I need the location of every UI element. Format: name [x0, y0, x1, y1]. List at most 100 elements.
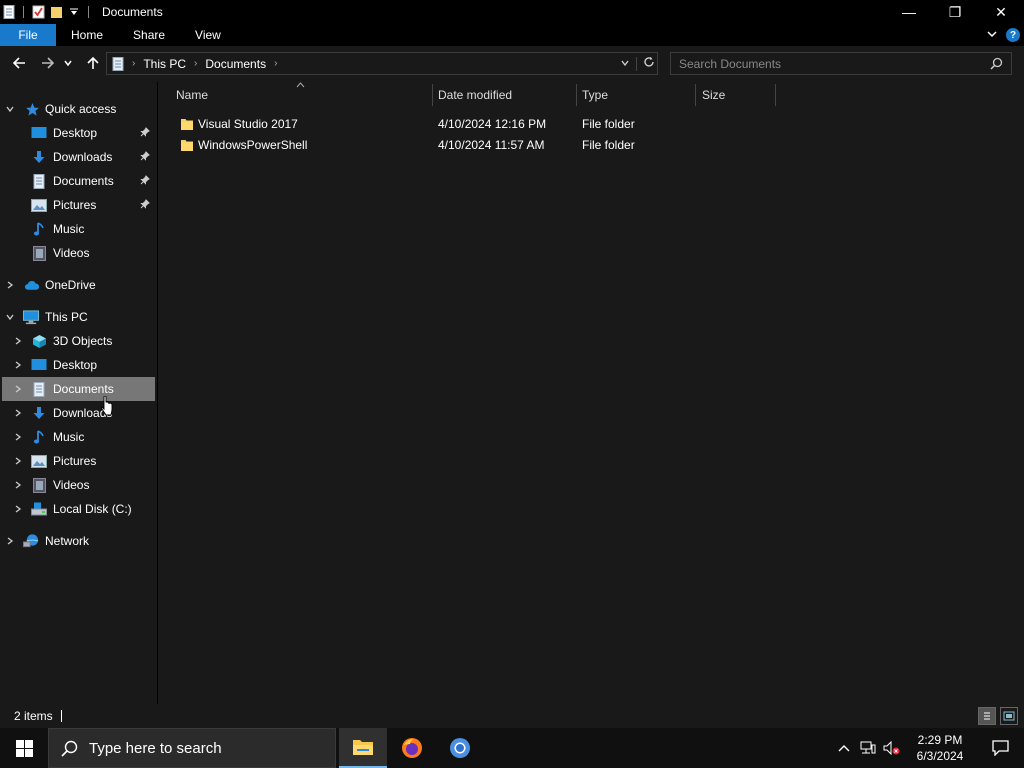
quick-access-toolbar	[0, 5, 92, 19]
nav-pc-videos[interactable]: Videos	[0, 473, 157, 497]
nav-pc-desktop[interactable]: Desktop	[0, 353, 157, 377]
nav-onedrive[interactable]: OneDrive	[0, 273, 157, 297]
refresh-icon[interactable]	[643, 56, 655, 71]
properties-check-icon[interactable]	[31, 5, 45, 19]
customize-toolbar-dropdown-icon[interactable]	[67, 5, 81, 19]
chevron-right-icon[interactable]	[13, 504, 23, 514]
tab-home[interactable]: Home	[56, 24, 118, 46]
details-view-button[interactable]	[978, 707, 996, 725]
network-status-icon[interactable]	[856, 728, 880, 768]
taskbar-file-explorer[interactable]	[339, 728, 387, 768]
file-date: 4/10/2024 11:57 AM	[438, 138, 545, 152]
chevron-right-icon[interactable]	[13, 384, 23, 394]
toolbar-divider	[88, 6, 89, 18]
taskbar-chrome[interactable]	[436, 728, 484, 768]
nav-pc-music[interactable]: Music	[0, 425, 157, 449]
notification-icon	[991, 740, 1009, 756]
column-divider[interactable]	[695, 84, 696, 106]
minimize-button[interactable]: —	[886, 0, 932, 24]
nav-qa-desktop[interactable]: Desktop	[0, 121, 157, 145]
chevron-right-icon[interactable]	[13, 480, 23, 490]
close-button[interactable]: ✕	[978, 0, 1024, 24]
breadcrumb-documents[interactable]: Documents	[205, 57, 266, 71]
window-controls: — ❐ ✕	[886, 0, 1024, 24]
address-bar[interactable]: › This PC › Documents ›	[106, 52, 658, 75]
nav-label: Downloads	[53, 150, 113, 164]
documents-icon	[31, 173, 47, 189]
navigation-bar: › This PC › Documents › Search Documents	[0, 46, 1024, 82]
column-divider[interactable]	[775, 84, 776, 106]
nav-qa-downloads[interactable]: Downloads	[0, 145, 157, 169]
back-button[interactable]	[7, 51, 31, 75]
nav-pc-3d-objects[interactable]: 3D Objects	[0, 329, 157, 353]
column-divider[interactable]	[576, 84, 577, 106]
column-header-size[interactable]: Size	[702, 82, 725, 108]
breadcrumb-chevron-icon[interactable]: ›	[194, 58, 197, 69]
help-icon[interactable]: ?	[1006, 28, 1020, 42]
file-row[interactable]: Visual Studio 2017 4/10/2024 12:16 PM Fi…	[174, 114, 774, 134]
nav-network[interactable]: Network	[0, 529, 157, 553]
pin-icon	[140, 175, 152, 187]
nav-pc-pictures[interactable]: Pictures	[0, 449, 157, 473]
view-switcher	[978, 707, 1018, 725]
volume-muted-icon[interactable]	[880, 728, 904, 768]
pictures-icon	[31, 453, 47, 469]
chevron-right-icon[interactable]	[13, 408, 23, 418]
show-hidden-icons-chevron-up-icon[interactable]	[832, 728, 856, 768]
chevron-down-icon[interactable]	[5, 104, 15, 114]
tab-share[interactable]: Share	[118, 24, 180, 46]
tab-view[interactable]: View	[180, 24, 236, 46]
nav-label: Documents	[53, 174, 114, 188]
nav-pc-downloads[interactable]: Downloads	[0, 401, 157, 425]
column-header-label: Size	[702, 88, 726, 102]
document-properties-icon[interactable]	[2, 5, 16, 19]
chevron-right-icon[interactable]	[13, 360, 23, 370]
title-bar: Documents — ❐ ✕	[0, 0, 1024, 24]
taskbar-firefox[interactable]	[388, 728, 436, 768]
expand-ribbon-chevron-icon[interactable]	[986, 28, 998, 43]
nav-qa-documents[interactable]: Documents	[0, 169, 157, 193]
search-icon[interactable]	[990, 57, 1003, 73]
nav-pc-documents[interactable]: Documents	[2, 377, 155, 401]
action-center-button[interactable]	[976, 728, 1024, 768]
forward-button[interactable]	[36, 51, 60, 75]
new-folder-icon[interactable]	[49, 5, 63, 19]
breadcrumb-chevron-icon[interactable]: ›	[132, 58, 135, 69]
recent-locations-button[interactable]	[60, 51, 76, 75]
column-divider[interactable]	[432, 84, 433, 106]
search-box[interactable]: Search Documents	[670, 52, 1012, 75]
nav-qa-videos[interactable]: Videos	[0, 241, 157, 265]
breadcrumb-chevron-icon[interactable]: ›	[274, 58, 277, 69]
nav-qa-pictures[interactable]: Pictures	[0, 193, 157, 217]
up-button[interactable]	[81, 51, 105, 75]
file-row[interactable]: WindowsPowerShell 4/10/2024 11:57 AM Fil…	[174, 135, 774, 155]
nav-this-pc[interactable]: This PC	[0, 305, 157, 329]
taskbar-search-box[interactable]: Type here to search	[48, 728, 336, 768]
start-button[interactable]	[0, 728, 48, 768]
chevron-right-icon[interactable]	[13, 336, 23, 346]
taskbar-clock[interactable]: 2:29 PM 6/3/2024	[904, 732, 976, 764]
large-icons-view-button[interactable]	[1000, 707, 1018, 725]
chevron-right-icon[interactable]	[13, 432, 23, 442]
chevron-right-icon[interactable]	[13, 456, 23, 466]
nav-label: Music	[53, 222, 85, 236]
chevron-right-icon[interactable]	[5, 536, 15, 546]
column-header-type[interactable]: Type	[582, 82, 608, 108]
breadcrumb-this-pc[interactable]: This PC	[143, 57, 186, 71]
column-header-name[interactable]: Name	[176, 82, 208, 108]
videos-icon	[31, 245, 47, 261]
tab-file[interactable]: File	[0, 24, 56, 46]
file-name: WindowsPowerShell	[198, 138, 308, 152]
address-history-chevron-down-icon[interactable]	[620, 57, 630, 71]
nav-pc-local-disk[interactable]: Local Disk (C:)	[0, 497, 157, 521]
chevron-down-icon[interactable]	[5, 312, 15, 322]
column-header-date-modified[interactable]: Date modified	[438, 82, 512, 108]
file-explorer-icon	[353, 740, 373, 755]
pin-icon	[140, 199, 152, 211]
taskbar: Type here to search 2:29 PM 6/3/2024	[0, 728, 1024, 768]
restore-button[interactable]: ❐	[932, 0, 978, 24]
nav-qa-music[interactable]: Music	[0, 217, 157, 241]
nav-quick-access[interactable]: Quick access	[0, 97, 157, 121]
chevron-right-icon[interactable]	[5, 280, 15, 290]
file-list-pane: Name Date modified Type Size Visual Stud…	[158, 82, 1024, 704]
